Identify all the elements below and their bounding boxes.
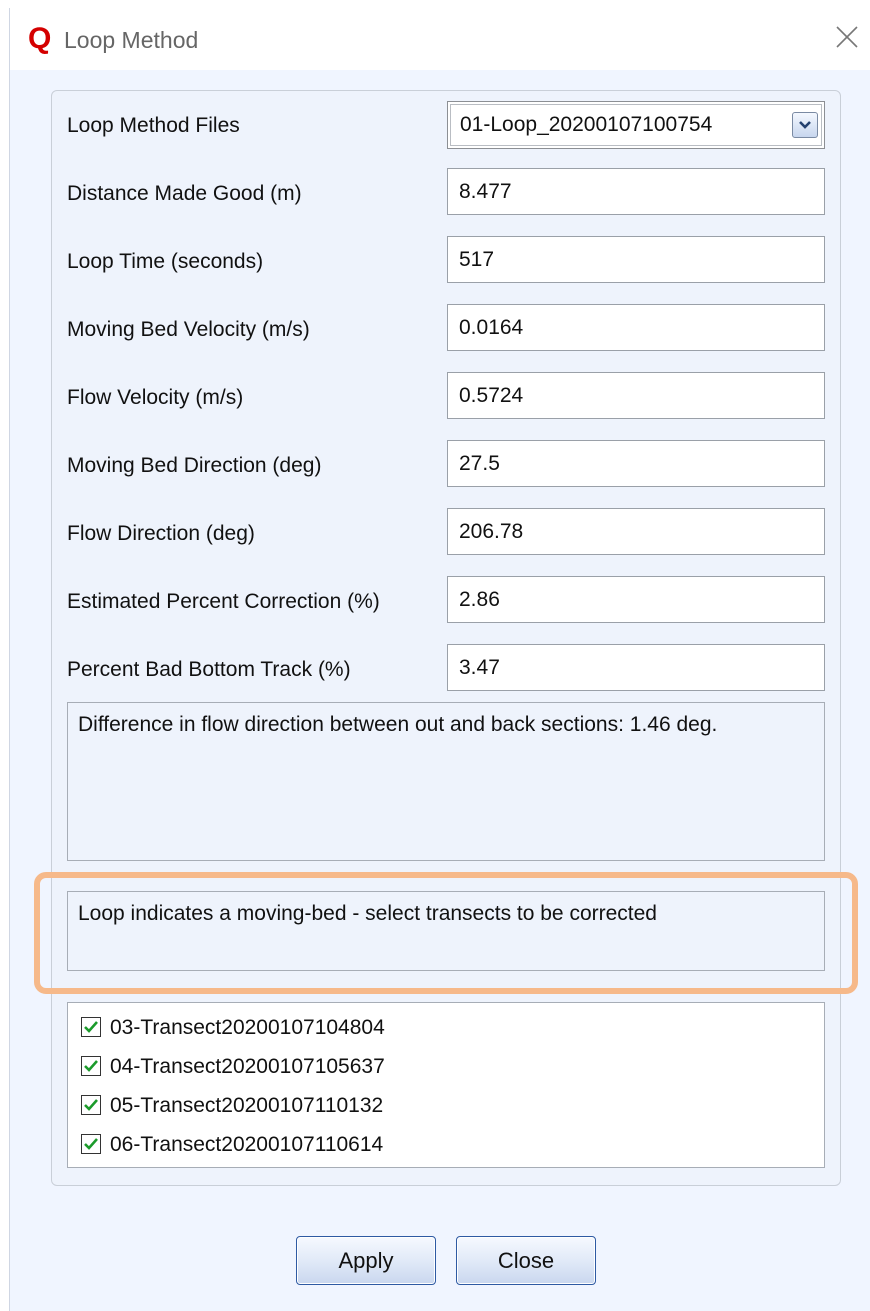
window-title: Loop Method xyxy=(64,27,199,53)
moving-bed-velocity-label: Moving Bed Velocity (m/s) xyxy=(67,318,310,341)
moving-bed-message: Loop indicates a moving-bed - select tra… xyxy=(67,891,825,971)
flow-velocity-label: Flow Velocity (m/s) xyxy=(67,386,244,409)
checkbox-checked-icon[interactable] xyxy=(81,1056,101,1076)
app-logo-icon: Q xyxy=(28,22,52,55)
checkbox-checked-icon[interactable] xyxy=(81,1134,101,1154)
percent-bad-bottom-track-field[interactable]: 3.47 xyxy=(447,644,825,691)
loop-time-field[interactable]: 517 xyxy=(447,236,825,283)
title-bar[interactable]: Q Loop Method xyxy=(10,8,870,70)
estimated-percent-correction-label: Estimated Percent Correction (%) xyxy=(67,590,380,613)
direction-difference-message: Difference in flow direction between out… xyxy=(67,702,825,861)
loop-files-label: Loop Method Files xyxy=(67,114,240,137)
transect-list[interactable]: 03-Transect20200107104804 04-Transect202… xyxy=(67,1002,825,1168)
transect-label: 03-Transect20200107104804 xyxy=(110,1016,385,1039)
moving-bed-velocity-field[interactable]: 0.0164 xyxy=(447,304,825,351)
distance-made-good-field[interactable]: 8.477 xyxy=(447,168,825,215)
apply-button[interactable]: Apply xyxy=(296,1236,436,1285)
percent-bad-bottom-track-label: Percent Bad Bottom Track (%) xyxy=(67,658,351,681)
close-icon[interactable] xyxy=(834,24,860,50)
loop-time-label: Loop Time (seconds) xyxy=(67,250,264,273)
checkbox-checked-icon[interactable] xyxy=(81,1095,101,1115)
moving-bed-direction-field[interactable]: 27.5 xyxy=(447,440,825,487)
list-item[interactable]: 05-Transect20200107110132 xyxy=(68,1086,824,1125)
flow-direction-field[interactable]: 206.78 xyxy=(447,508,825,555)
transect-label: 06-Transect20200107110614 xyxy=(110,1133,384,1156)
transect-label: 04-Transect20200107105637 xyxy=(110,1055,385,1078)
distance-made-good-label: Distance Made Good (m) xyxy=(67,182,302,205)
loop-method-dialog: Q Loop Method Loop Method Files 01-Loop_… xyxy=(9,8,870,1311)
flow-velocity-field[interactable]: 0.5724 xyxy=(447,372,825,419)
list-item[interactable]: 03-Transect20200107104804 xyxy=(68,1008,824,1047)
list-item[interactable]: 04-Transect20200107105637 xyxy=(68,1047,824,1086)
estimated-percent-correction-field[interactable]: 2.86 xyxy=(447,576,825,623)
transect-label: 05-Transect20200107110132 xyxy=(110,1094,384,1117)
loop-files-dropdown[interactable]: 01-Loop_20200107100754 xyxy=(447,101,825,149)
close-button[interactable]: Close xyxy=(456,1236,596,1285)
moving-bed-direction-label: Moving Bed Direction (deg) xyxy=(67,454,322,477)
loop-files-selected: 01-Loop_20200107100754 xyxy=(460,113,713,136)
chevron-down-icon[interactable] xyxy=(792,112,818,138)
checkbox-checked-icon[interactable] xyxy=(81,1017,101,1037)
flow-direction-label: Flow Direction (deg) xyxy=(67,522,255,545)
list-item[interactable]: 06-Transect20200107110614 xyxy=(68,1125,824,1164)
